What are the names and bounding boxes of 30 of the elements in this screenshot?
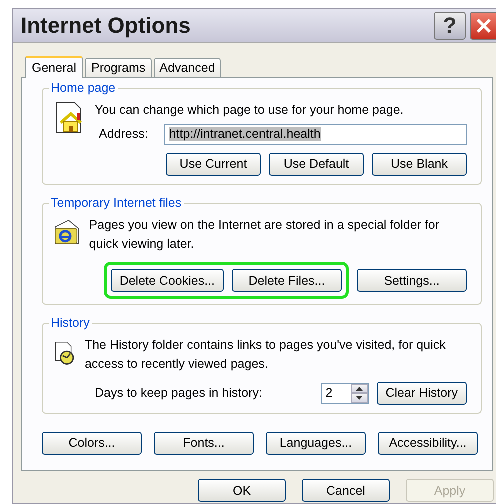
close-button[interactable] [470, 12, 496, 40]
tab[interactable]: General [25, 56, 84, 78]
days-label: Days to keep pages in history: [95, 384, 262, 402]
dialog-button[interactable]: Use Blank [372, 152, 467, 176]
group-label: Home page [49, 80, 118, 96]
dialog-button[interactable]: Delete Files... [232, 269, 342, 292]
group-label: History [49, 315, 92, 332]
description-text: The History folder contains links to pages you've visited, for quick access to recently viewed pages. [84, 337, 447, 373]
tab[interactable]: Advanced [154, 58, 222, 77]
dialog-button[interactable]: Fonts... [154, 432, 254, 455]
days-spinner[interactable]: 2 [320, 382, 369, 404]
address-label: Address: [99, 126, 148, 143]
dialog-button[interactable]: Cancel [302, 479, 390, 502]
dialog-button[interactable]: Clear History [376, 382, 467, 405]
dialog-button[interactable]: Settings... [357, 269, 467, 292]
dialog-button[interactable]: Languages... [266, 432, 366, 455]
dialog-button[interactable]: Use Default [269, 152, 364, 176]
dialog-button[interactable]: Accessibility... [378, 432, 478, 455]
dialog-button[interactable]: Colors... [42, 432, 142, 455]
tab[interactable]: Programs [85, 58, 152, 77]
window-title: Internet Options [21, 12, 191, 40]
dialog-button[interactable]: OK [198, 479, 286, 502]
help-button[interactable]: ? [434, 12, 466, 40]
description-text: You can change which page to use for your home page. [95, 102, 405, 119]
dialog-button[interactable]: Delete Cookies... [110, 269, 224, 292]
address-field[interactable]: http://intranet.central.health [164, 124, 467, 145]
dialog-button[interactable]: Use Current [166, 152, 261, 176]
description-text: Pages you view on the Internet are stored in a special folder for quick viewing later. [89, 216, 440, 253]
close-icon [476, 18, 492, 34]
group-label: Temporary Internet files [49, 194, 184, 211]
